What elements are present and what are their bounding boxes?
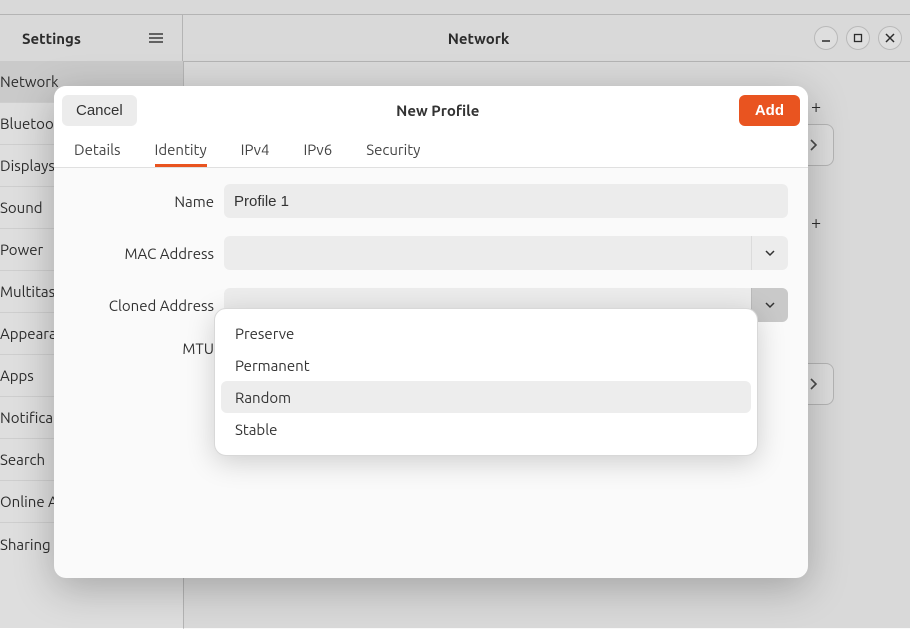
dialog-header: Cancel New Profile Add bbox=[54, 86, 808, 134]
cloned-option-preserve[interactable]: Preserve bbox=[221, 317, 751, 349]
chevron-down-icon bbox=[764, 301, 776, 309]
name-label: Name bbox=[74, 193, 224, 210]
cloned-option-random[interactable]: Random bbox=[221, 381, 751, 413]
cloned-label: Cloned Address bbox=[74, 297, 224, 314]
mac-address-arrow[interactable] bbox=[751, 236, 788, 270]
tab-ipv6[interactable]: IPv6 bbox=[303, 141, 332, 167]
mac-address-value bbox=[224, 236, 751, 270]
mac-address-combo[interactable] bbox=[224, 236, 788, 270]
mac-label: MAC Address bbox=[74, 245, 224, 262]
row-name: Name bbox=[74, 184, 788, 218]
dialog-title: New Profile bbox=[137, 102, 739, 119]
name-input[interactable] bbox=[224, 184, 788, 218]
tab-ipv4[interactable]: IPv4 bbox=[241, 141, 270, 167]
cancel-button[interactable]: Cancel bbox=[62, 95, 137, 126]
cloned-option-permanent[interactable]: Permanent bbox=[221, 349, 751, 381]
tab-identity[interactable]: Identity bbox=[155, 141, 207, 167]
mtu-label: MTU bbox=[74, 340, 224, 357]
cloned-address-popover: Preserve Permanent Random Stable bbox=[214, 308, 758, 456]
new-profile-dialog: Cancel New Profile Add Details Identity … bbox=[54, 86, 808, 578]
cloned-option-stable[interactable]: Stable bbox=[221, 413, 751, 445]
tab-security[interactable]: Security bbox=[366, 141, 420, 167]
dialog-tabs: Details Identity IPv4 IPv6 Security bbox=[54, 134, 808, 168]
add-button[interactable]: Add bbox=[739, 95, 800, 126]
row-mac-address: MAC Address bbox=[74, 236, 788, 270]
chevron-down-icon bbox=[764, 249, 776, 257]
tab-details[interactable]: Details bbox=[74, 141, 121, 167]
